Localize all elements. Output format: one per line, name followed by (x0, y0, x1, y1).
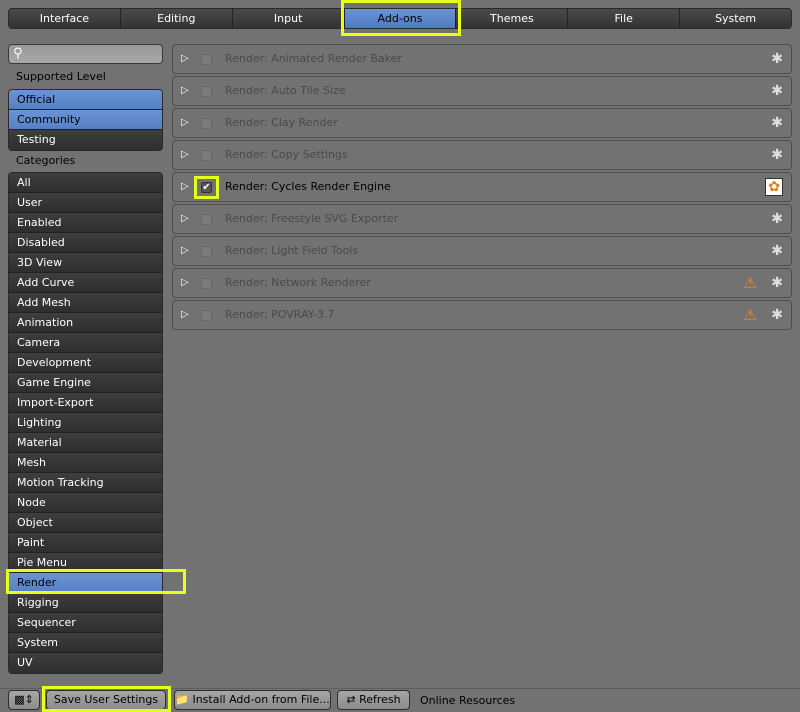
categories-label: Categories (16, 154, 76, 167)
community-icon: ✱ (771, 83, 783, 99)
addon-list: ▷ Render: Animated Render Baker ✱ ▷ Render: … (172, 44, 792, 332)
expand-triangle-icon[interactable]: ▷ (181, 173, 189, 201)
expand-triangle-icon[interactable]: ▷ (181, 77, 189, 105)
category-sequencer[interactable]: Sequencer (9, 613, 162, 633)
category-uv[interactable]: UV (9, 653, 162, 673)
supported-level-label: Supported Level (16, 70, 106, 83)
category-rigging[interactable]: Rigging (9, 593, 162, 613)
addon-name: Render: Animated Render Baker (225, 52, 402, 65)
addon-enable-checkbox[interactable] (201, 310, 212, 321)
addon-name: Render: Freestyle SVG Exporter (225, 212, 399, 225)
tab-add-ons[interactable]: Add-ons (344, 9, 457, 28)
expand-triangle-icon[interactable]: ▷ (181, 301, 189, 329)
level-community[interactable]: Community (9, 110, 162, 130)
community-icon: ✱ (771, 211, 783, 227)
tab-input[interactable]: Input (232, 9, 345, 28)
category-disabled[interactable]: Disabled (9, 233, 162, 253)
addon-row: ▷ Render: Light Field Tools ✱ (172, 236, 792, 266)
category-3d-view[interactable]: 3D View (9, 253, 162, 273)
category-all[interactable]: All (9, 173, 162, 193)
folder-icon: 📁 (175, 693, 193, 706)
addon-row: ▷ Render: Auto Tile Size ✱ (172, 76, 792, 106)
categories-list: All User Enabled Disabled 3D View Add Curve Ad… (8, 172, 163, 674)
official-blender-icon: ✿ (765, 173, 783, 201)
category-material[interactable]: Material (9, 433, 162, 453)
addon-row: ▷ Render: Freestyle SVG Exporter ✱ (172, 204, 792, 234)
addon-enable-checkbox[interactable] (201, 278, 212, 289)
addon-row: ▷ ✔ Render: Cycles Render Engine ✿ (172, 172, 792, 202)
community-icon: ✱ (771, 243, 783, 259)
community-icon: ✱ (771, 51, 783, 67)
refresh-icon: ⇄ (346, 693, 360, 706)
level-official[interactable]: Official (9, 90, 162, 110)
warning-icon: ⚠ (743, 274, 757, 292)
addon-row: ▷ Render: Clay Render ✱ (172, 108, 792, 138)
addon-enable-checkbox[interactable] (201, 246, 212, 257)
tab-system[interactable]: System (680, 9, 791, 28)
addon-enable-checkbox[interactable] (201, 214, 212, 225)
supported-level-list: Official Community Testing (8, 89, 163, 151)
preferences-tabs: Interface Editing Input Add-ons Themes File Sy… (8, 8, 792, 29)
category-node[interactable]: Node (9, 493, 162, 513)
search-input[interactable]: ⚲ (8, 44, 163, 64)
community-icon: ✱ (771, 275, 783, 291)
category-add-mesh[interactable]: Add Mesh (9, 293, 162, 313)
addon-name: Render: Copy Settings (225, 148, 348, 161)
expand-triangle-icon[interactable]: ▷ (181, 205, 189, 233)
category-lighting[interactable]: Lighting (9, 413, 162, 433)
tab-themes[interactable]: Themes (456, 9, 569, 28)
category-game-engine[interactable]: Game Engine (9, 373, 162, 393)
category-pie-menu[interactable]: Pie Menu (9, 553, 162, 573)
category-render[interactable]: Render (9, 573, 162, 593)
category-user[interactable]: User (9, 193, 162, 213)
warning-icon: ⚠ (743, 306, 757, 324)
addon-row: ▷ Render: Animated Render Baker ✱ (172, 44, 792, 74)
addon-name: Render: Clay Render (225, 116, 338, 129)
addon-row: ▷ Render: POVRAY-3.7 ⚠ ✱ (172, 300, 792, 330)
category-system[interactable]: System (9, 633, 162, 653)
addon-enable-checkbox[interactable] (201, 118, 212, 129)
addon-enable-checkbox[interactable] (201, 86, 212, 97)
tab-file[interactable]: File (568, 9, 681, 28)
category-development[interactable]: Development (9, 353, 162, 373)
expand-triangle-icon[interactable]: ▷ (181, 109, 189, 137)
addon-name: Render: POVRAY-3.7 (225, 308, 335, 321)
addon-enable-checkbox[interactable] (201, 150, 212, 161)
addon-enable-checkbox[interactable]: ✔ (201, 182, 212, 193)
addon-name: Render: Auto Tile Size (225, 84, 346, 97)
tab-interface[interactable]: Interface (9, 9, 121, 28)
category-animation[interactable]: Animation (9, 313, 162, 333)
install-addon-button[interactable]: 📁 Install Add-on from File... (174, 690, 331, 710)
category-object[interactable]: Object (9, 513, 162, 533)
save-user-settings-button[interactable]: Save User Settings (46, 690, 166, 710)
expand-triangle-icon[interactable]: ▷ (181, 237, 189, 265)
expand-triangle-icon[interactable]: ▷ (181, 45, 189, 73)
community-icon: ✱ (771, 307, 783, 323)
category-mesh[interactable]: Mesh (9, 453, 162, 473)
addon-row: ▷ Render: Network Renderer ⚠ ✱ (172, 268, 792, 298)
category-paint[interactable]: Paint (9, 533, 162, 553)
tab-editing[interactable]: Editing (120, 9, 233, 28)
community-icon: ✱ (771, 147, 783, 163)
refresh-button[interactable]: ⇄ Refresh (337, 690, 410, 710)
addon-name: Render: Light Field Tools (225, 244, 359, 257)
expand-triangle-icon[interactable]: ▷ (181, 269, 189, 297)
expand-triangle-icon[interactable]: ▷ (181, 141, 189, 169)
category-import-export[interactable]: Import-Export (9, 393, 162, 413)
addon-name: Render: Cycles Render Engine (225, 180, 391, 193)
community-icon: ✱ (771, 115, 783, 131)
level-testing[interactable]: Testing (9, 130, 162, 150)
category-enabled[interactable]: Enabled (9, 213, 162, 233)
online-resources-link[interactable]: Online Resources (420, 694, 515, 707)
editor-type-selector[interactable]: ▩⇕ (8, 690, 40, 710)
addon-name: Render: Network Renderer (225, 276, 371, 289)
category-add-curve[interactable]: Add Curve (9, 273, 162, 293)
search-icon: ⚲ (13, 46, 23, 61)
category-camera[interactable]: Camera (9, 333, 162, 353)
addon-row: ▷ Render: Copy Settings ✱ (172, 140, 792, 170)
addon-enable-checkbox[interactable] (201, 54, 212, 65)
category-motion-tracking[interactable]: Motion Tracking (9, 473, 162, 493)
